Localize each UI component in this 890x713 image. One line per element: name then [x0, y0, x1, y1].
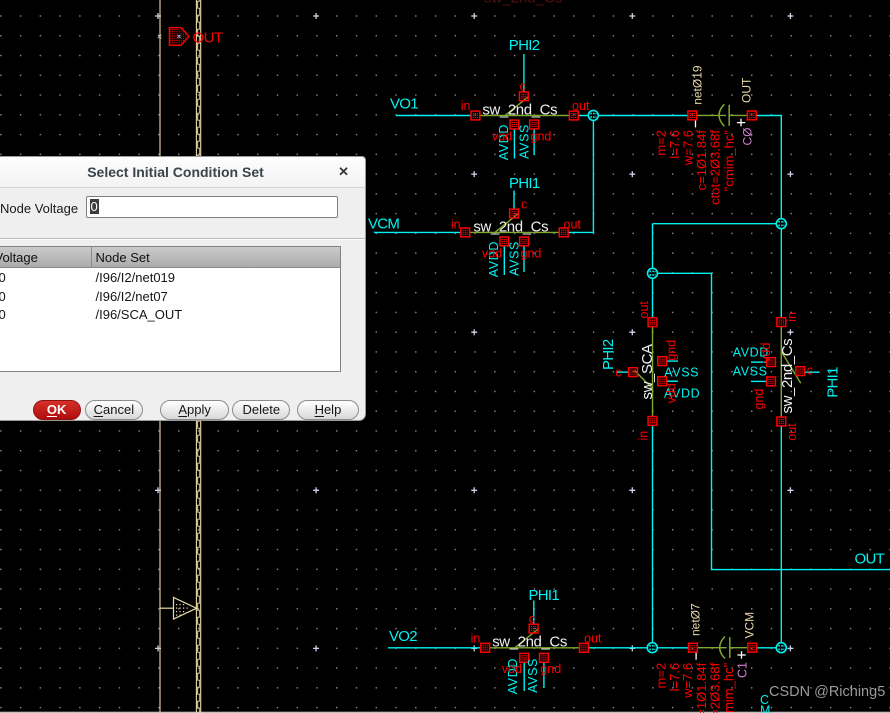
svg-text:out: out: [584, 631, 602, 645]
svg-text:M: M: [760, 704, 771, 713]
svg-text:gnd: gnd: [752, 389, 766, 410]
svg-text:in: in: [636, 431, 650, 441]
svg-text:PHI1: PHI1: [825, 367, 842, 398]
svg-text:in: in: [451, 217, 461, 231]
svg-text:AVSS: AVSS: [733, 365, 768, 379]
svg-text:vdd: vdd: [664, 383, 678, 403]
svg-text:vdd: vdd: [492, 130, 512, 144]
svg-text:VO1: VO1: [390, 96, 418, 113]
svg-text:OUT: OUT: [855, 551, 885, 568]
svg-text:OUT: OUT: [740, 77, 754, 103]
svg-text:AVSS: AVSS: [526, 658, 540, 693]
svg-text:c: c: [520, 79, 526, 93]
svg-text:OUT: OUT: [193, 30, 224, 47]
svg-text:VCM: VCM: [368, 216, 399, 233]
svg-text:ctot=2Ø3.68f: ctot=2Ø3.68f: [707, 662, 722, 713]
svg-text:C1: C1: [736, 662, 750, 678]
svg-text:c: c: [521, 197, 527, 211]
svg-text:gnd: gnd: [531, 130, 552, 144]
svg-text:sw_2nd_Cs: sw_2nd_Cs: [779, 339, 796, 414]
svg-text:netØ19: netØ19: [691, 65, 705, 105]
svg-text:c: c: [529, 612, 535, 626]
svg-text:out: out: [572, 99, 590, 113]
svg-text:AVSS: AVSS: [517, 124, 531, 159]
svg-text:CØ: CØ: [740, 128, 754, 146]
svg-text:out: out: [564, 217, 582, 231]
svg-text:sw_2nd_Cs: sw_2nd_Cs: [484, 0, 562, 7]
svg-text:"cmim_hc": "cmim_hc": [721, 130, 736, 192]
svg-text:VO2: VO2: [389, 628, 417, 645]
svg-text:ctot=2Ø3.68f: ctot=2Ø3.68f: [708, 130, 723, 205]
svg-text:sw_2nd_Cs: sw_2nd_Cs: [473, 218, 548, 235]
svg-text:sw_2nd_Cs: sw_2nd_Cs: [492, 634, 567, 651]
svg-text:sw_2nd_Cs: sw_2nd_Cs: [482, 101, 557, 118]
svg-text:gnd: gnd: [540, 662, 561, 676]
svg-text:"cmim_hc": "cmim_hc": [721, 662, 736, 713]
svg-text:c: c: [615, 365, 621, 379]
svg-text:out: out: [637, 301, 651, 319]
svg-text:netØ7: netØ7: [688, 603, 702, 636]
svg-text:in: in: [461, 99, 471, 113]
svg-text:in: in: [785, 312, 799, 322]
svg-text:in: in: [471, 631, 481, 645]
svg-text:PHI1: PHI1: [529, 587, 560, 604]
svg-text:sw_SCA: sw_SCA: [639, 344, 656, 400]
svg-text:c: c: [807, 363, 813, 377]
svg-text:PHI1: PHI1: [509, 175, 540, 192]
svg-text:VCM: VCM: [743, 612, 757, 639]
svg-text:gnd: gnd: [664, 340, 678, 361]
svg-text:vdd: vdd: [482, 246, 502, 260]
svg-text:vdd: vdd: [759, 342, 773, 362]
svg-text:AVSS: AVSS: [664, 366, 699, 380]
svg-text:vdd: vdd: [502, 662, 522, 676]
svg-text:AVSS: AVSS: [507, 241, 521, 276]
svg-text:out: out: [785, 423, 799, 441]
svg-text:PHI2: PHI2: [509, 37, 540, 54]
svg-text:gnd: gnd: [521, 246, 542, 260]
